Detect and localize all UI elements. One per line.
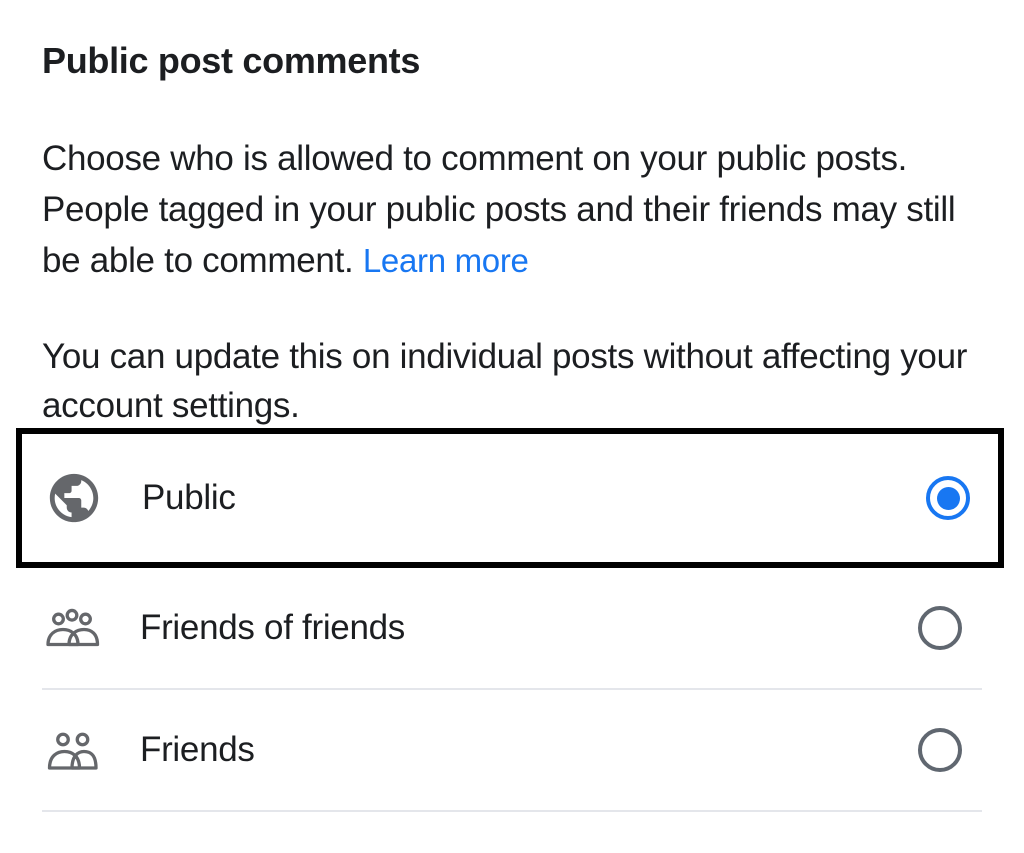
option-label: Public <box>142 478 926 518</box>
globe-icon <box>44 468 104 528</box>
option-friends-of-friends[interactable]: Friends of friends <box>42 568 982 690</box>
audience-options: Public Friends of friends F <box>0 428 1024 812</box>
description-text: Choose who is allowed to comment on your… <box>42 134 982 286</box>
page-title: Public post comments <box>42 40 982 82</box>
radio-inner <box>937 487 960 510</box>
learn-more-link[interactable]: Learn more <box>363 242 529 279</box>
subdescription-text: You can update this on individual posts … <box>42 332 982 430</box>
option-label: Friends <box>140 730 918 770</box>
radio-unselected[interactable] <box>918 728 962 772</box>
option-friends[interactable]: Friends <box>42 690 982 812</box>
option-public[interactable]: Public <box>16 428 1004 568</box>
option-label: Friends of friends <box>140 608 918 648</box>
radio-selected[interactable] <box>926 476 970 520</box>
friends-of-friends-icon <box>42 598 102 658</box>
settings-panel: Public post comments Choose who is allow… <box>0 0 1024 430</box>
friends-icon <box>42 720 102 780</box>
radio-unselected[interactable] <box>918 606 962 650</box>
